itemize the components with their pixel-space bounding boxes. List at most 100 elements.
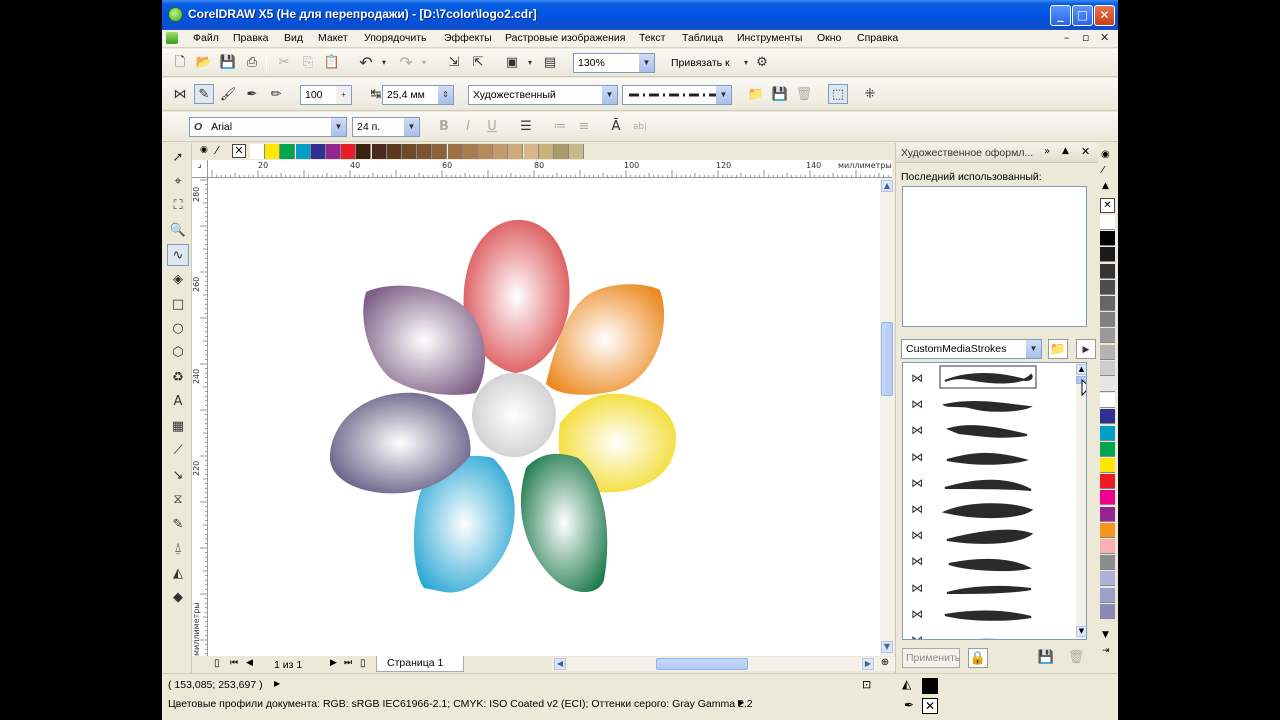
fill-tool-icon[interactable]: ◭ [167,563,189,585]
palette-swatch[interactable] [1100,328,1115,344]
palette-swatch[interactable] [295,144,311,159]
palette-swatch[interactable] [1100,490,1115,506]
drawing-canvas[interactable] [208,178,880,656]
redo-icon[interactable]: ↷ [396,53,416,73]
crop-tool-icon[interactable]: ⛶ [167,195,189,217]
polygon-tool-icon[interactable]: ⬡ [167,342,189,364]
menu-layout[interactable]: Макет [318,32,348,44]
palette-swatch[interactable] [478,144,493,159]
stroke-list-item[interactable]: ⋈ [911,444,1081,470]
palette-swatch[interactable] [1100,263,1115,279]
save-icon[interactable]: 💾 [218,53,238,73]
italic-icon[interactable]: I [458,117,478,137]
palette-swatch[interactable] [554,144,569,159]
palette-swatch[interactable] [402,144,417,159]
palette-swatch[interactable] [356,144,372,159]
bold-icon[interactable]: B [434,117,454,137]
freehand-tool-icon[interactable]: ∿ [167,244,189,266]
minimize-button[interactable]: _ [1050,5,1071,26]
horizontal-ruler[interactable]: 20 40 60 80 100 120 140 миллиметры [208,160,892,178]
connector-tool-icon[interactable]: ↘ [167,465,189,487]
export-icon[interactable]: ⇱ [468,53,488,73]
horizontal-scrollbar[interactable]: ◀ ▶ ⊕ [552,657,896,671]
undo-dropdown-icon[interactable]: ▾ [374,53,394,73]
palette-swatch[interactable] [462,144,478,159]
stroke-list-item[interactable]: ⋈ [911,627,1081,639]
next-page-icon[interactable]: ▶ [330,658,337,668]
palette-swatch[interactable] [280,144,296,159]
options-icon[interactable]: ⚙ [752,53,772,73]
palette-swatch[interactable] [1100,247,1115,263]
palette-swatch[interactable] [1100,377,1115,392]
stroke-list-item[interactable]: ⋈ [911,548,1081,574]
stroke-list-item[interactable]: ⋈ [911,496,1081,522]
basic-shapes-tool-icon[interactable]: ♻ [167,367,189,389]
palette-swatch[interactable] [1100,425,1115,441]
underline-icon[interactable]: U [482,117,502,137]
welcome-screen-icon[interactable]: ▤ [540,53,560,73]
first-page-icon[interactable]: ⏮ [230,658,238,668]
stroke-list-item[interactable]: ⋈ [911,391,1081,417]
save-stroke-icon[interactable]: 💾 [1036,648,1056,668]
palette-swatch[interactable] [1100,231,1115,247]
font-family-select[interactable]: O Arial ▼ [189,117,347,137]
palette-swatch[interactable] [1100,587,1115,603]
vertical-scrollbar[interactable]: ▲ ▼ [880,178,894,656]
palette-swatch[interactable] [1100,279,1115,295]
palette-swatch[interactable] [538,144,554,159]
coords-arrow-icon[interactable]: ▶ [274,679,280,688]
scroll-left-icon[interactable]: ◀ [554,658,566,670]
palette-scroll-icon[interactable]: ◉ [200,145,208,155]
palette-swatch[interactable] [265,144,281,159]
docker-expand-icon[interactable]: » [1044,146,1050,157]
outline-color-indicator[interactable]: ✕ [922,698,938,714]
launcher-dropdown-icon[interactable]: ▾ [520,53,540,73]
palette-swatch[interactable] [1100,360,1115,376]
sprayer-mode-icon[interactable]: 🖌 [218,85,238,105]
application-launcher-icon[interactable]: ▣ [502,53,522,73]
doc-close-button[interactable]: ✕ [1100,31,1109,44]
palette-down-icon[interactable]: ▼ [1102,630,1109,640]
text-align-icon[interactable]: ☰ [516,117,536,137]
palette-swatch[interactable] [493,144,509,159]
scroll-right-icon[interactable]: ▶ [862,658,874,670]
add-page-icon[interactable]: ▯ [214,658,220,669]
palette-swatch[interactable] [432,144,448,159]
palette-swatch[interactable] [310,144,326,159]
palette-swatch[interactable] [1100,603,1115,619]
vertical-ruler[interactable]: 280 260 240 220 миллиметры [192,178,208,656]
stroke-category-select[interactable]: CustomMediaStrokes ▼ [901,339,1042,359]
menu-help[interactable]: Справка [857,32,898,44]
palette-swatch[interactable] [1100,312,1115,328]
palette-swatch[interactable] [1100,506,1115,522]
docker-collapse-icon[interactable]: ▲ [1062,146,1069,156]
menu-table[interactable]: Таблица [682,32,723,44]
palette-swatch[interactable] [1100,441,1115,457]
bullet-list-icon[interactable]: ≔ [550,117,570,137]
cut-icon[interactable]: ✂ [274,53,294,73]
stroke-list-item[interactable]: ⋈ [911,601,1081,627]
stroke-width-field[interactable]: 25,4 мм ⇕ [382,85,454,105]
dimension-tool-icon[interactable]: ⟋ [167,440,189,462]
drop-cap-icon[interactable]: ≡ [574,117,594,137]
palette-swatch[interactable] [569,144,585,159]
palette-swatch[interactable] [386,144,402,159]
maximize-button[interactable]: □ [1072,5,1093,26]
smoothing-field[interactable]: 100 + [300,85,352,105]
pick-tool-icon[interactable]: ➚ [167,147,189,169]
eyedropper-icon[interactable]: ⁄ [216,144,218,157]
vertical-scroll-thumb[interactable] [881,322,893,396]
menu-text[interactable]: Текст [639,32,665,44]
palette-swatch[interactable] [1100,474,1115,490]
palette-swatch[interactable] [1100,296,1115,311]
table-tool-icon[interactable]: ▦ [167,416,189,438]
palette-scroll-icon[interactable]: ◉ [1101,149,1110,160]
calligraphic-mode-icon[interactable]: ✒ [242,85,262,105]
browse-folder-icon[interactable]: 📁 [746,85,766,105]
no-fill-swatch[interactable]: ✕ [1100,198,1115,213]
stroke-list-item[interactable]: ⋈ [911,365,1081,391]
palette-swatch[interactable] [1100,539,1115,554]
palette-swatch[interactable] [523,144,539,159]
font-size-select[interactable]: 24 п. ▼ [352,117,420,137]
palette-swatch[interactable] [1100,522,1115,538]
